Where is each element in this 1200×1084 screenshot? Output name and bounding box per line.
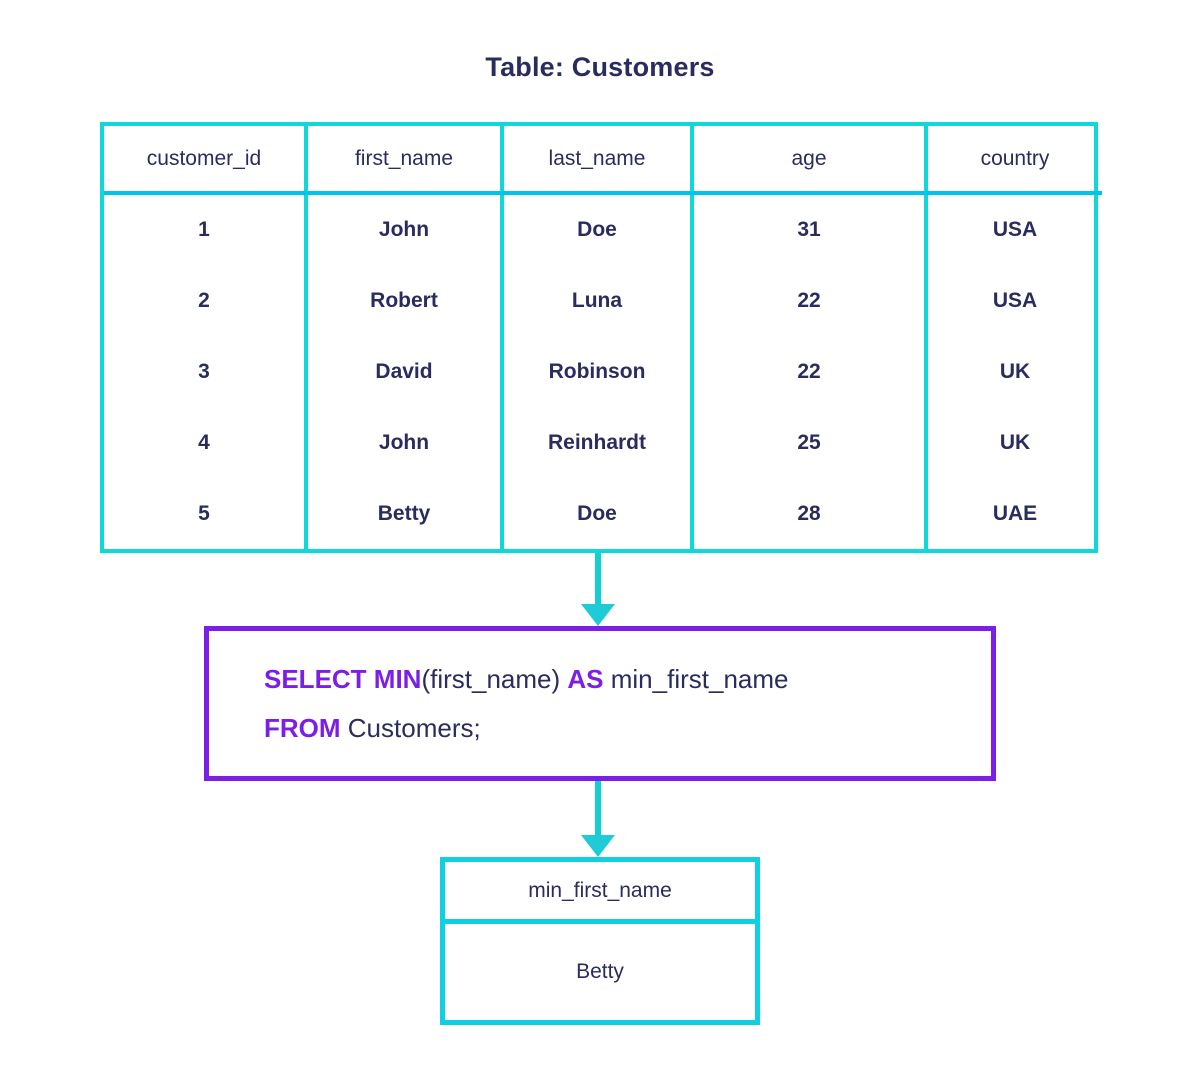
cell-age: 22 xyxy=(690,336,928,408)
arrow-head xyxy=(581,835,615,857)
table-body: 1 John Doe 31 USA 2 Robert Luna 22 USA 3… xyxy=(104,193,1102,549)
sql-line-1: SELECT MIN(first_name) AS min_first_name xyxy=(264,655,991,704)
arrow-shaft xyxy=(595,781,601,835)
sql-alias-min-first-name: min_first_name xyxy=(610,663,789,694)
sql-keyword-as: AS xyxy=(567,663,604,694)
result-table: min_first_name Betty xyxy=(440,857,760,1025)
cell-first-name: David xyxy=(304,336,504,408)
sql-query-box: SELECT MIN(first_name) AS min_first_name… xyxy=(204,626,996,781)
cell-country: USA xyxy=(924,265,1102,337)
cell-age: 22 xyxy=(690,265,928,337)
cell-country: UK xyxy=(924,407,1102,479)
sql-line-2: FROM Customers; xyxy=(264,704,991,753)
cell-country: USA xyxy=(924,193,1102,266)
cell-customer-id: 4 xyxy=(104,407,308,479)
cell-customer-id: 1 xyxy=(104,193,308,266)
column-header-country: country xyxy=(924,126,1102,195)
customers-table-grid: customer_id first_name last_name age cou… xyxy=(104,126,1102,549)
arrow-down-icon xyxy=(581,781,615,857)
cell-country: UK xyxy=(924,336,1102,408)
arrow-head xyxy=(581,604,615,626)
table-row: 4 John Reinhardt 25 UK xyxy=(104,407,1102,479)
cell-first-name: John xyxy=(304,193,504,266)
cell-last-name: Luna xyxy=(500,265,694,337)
table-row: 2 Robert Luna 22 USA xyxy=(104,265,1102,337)
result-value-cell: Betty xyxy=(576,960,624,983)
cell-age: 28 xyxy=(690,478,928,549)
cell-customer-id: 5 xyxy=(104,478,308,549)
column-header-first-name: first_name xyxy=(304,126,504,195)
page-title: Table: Customers xyxy=(485,52,715,82)
sql-table-customers: Customers; xyxy=(347,712,481,743)
cell-age: 25 xyxy=(690,407,928,479)
table-row: 5 Betty Doe 28 UAE xyxy=(104,478,1102,549)
sql-keyword-select-min: SELECT MIN xyxy=(264,663,422,694)
arrow-down-icon xyxy=(581,553,615,626)
cell-age: 31 xyxy=(690,193,928,266)
column-header-last-name: last_name xyxy=(500,126,694,195)
table-header: customer_id first_name last_name age cou… xyxy=(104,126,1102,195)
cell-last-name: Reinhardt xyxy=(500,407,694,479)
cell-last-name: Doe xyxy=(500,193,694,266)
column-header-customer-id: customer_id xyxy=(104,126,308,195)
sql-keyword-from: FROM xyxy=(264,712,341,743)
cell-last-name: Robinson xyxy=(500,336,694,408)
table-row: 3 David Robinson 22 UK xyxy=(104,336,1102,408)
arrow-shaft xyxy=(595,553,601,604)
result-column-header: min_first_name xyxy=(445,862,755,924)
table-header-row: customer_id first_name last_name age cou… xyxy=(104,126,1102,195)
cell-last-name: Doe xyxy=(500,478,694,549)
cell-customer-id: 2 xyxy=(104,265,308,337)
cell-first-name: Betty xyxy=(304,478,504,549)
column-header-age: age xyxy=(690,126,928,195)
customers-table: customer_id first_name last_name age cou… xyxy=(100,122,1102,553)
cell-customer-id: 3 xyxy=(104,336,308,408)
cell-first-name: John xyxy=(304,407,504,479)
cell-first-name: Robert xyxy=(304,265,504,337)
table-row: 1 John Doe 31 USA xyxy=(104,193,1102,266)
sql-argument-first-name: (first_name) xyxy=(421,663,561,694)
cell-country: UAE xyxy=(924,478,1102,549)
